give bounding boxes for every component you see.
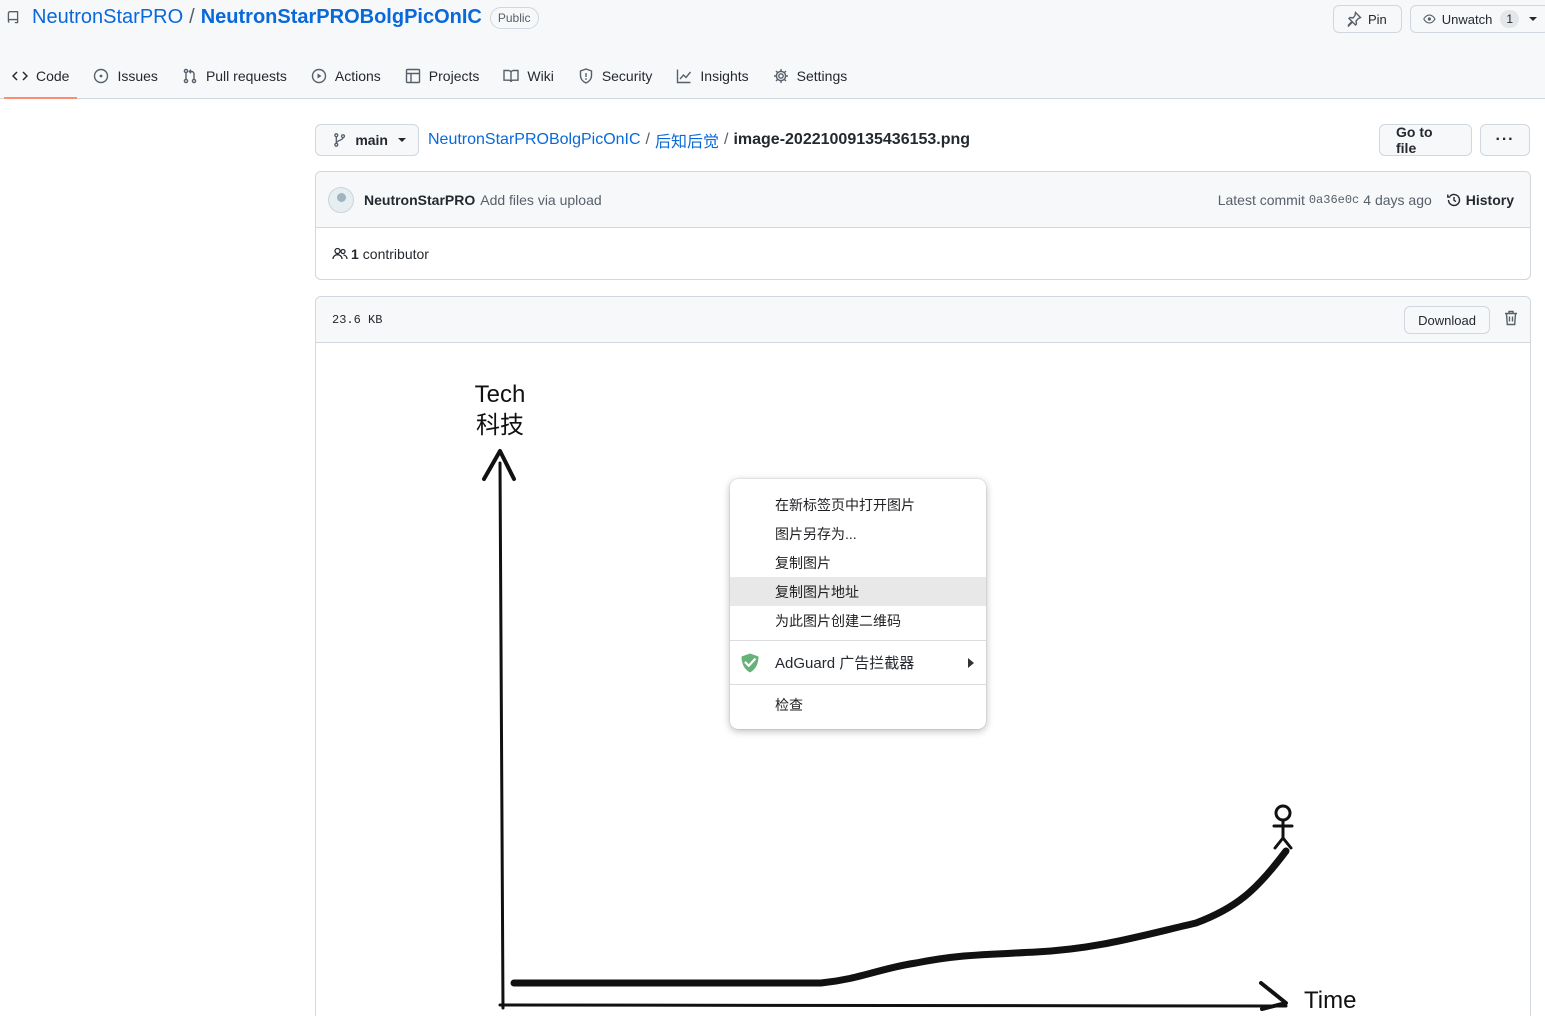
visibility-badge: Public (489, 6, 539, 29)
y-axis-line (498, 461, 505, 1010)
adguard-shield-icon (741, 653, 759, 672)
repo-owner-link[interactable]: NeutronStarPRO (32, 6, 183, 29)
issue-icon (94, 68, 109, 84)
tab-label: Pull requests (205, 68, 287, 84)
tab-label: Issues (117, 68, 158, 84)
branch-selector[interactable]: main (315, 124, 419, 156)
commit-author-link[interactable]: NeutronStarPRO (364, 192, 475, 208)
menu-adguard-label: AdGuard 广告拦截器 (775, 655, 915, 672)
submenu-arrow-icon (968, 658, 974, 668)
file-header: 23.6 KB Download (316, 297, 1530, 343)
chevron-down-icon (398, 138, 406, 142)
people-icon (332, 247, 348, 260)
repo-title-separator: / (189, 6, 195, 28)
eye-icon (1423, 14, 1436, 24)
tab-security[interactable]: Security (570, 58, 661, 94)
menu-copy-image-address[interactable]: 复制图片地址 (730, 577, 986, 606)
y-axis-label-zh: 科技 (476, 412, 524, 439)
commit-sha-link[interactable]: 0a36e0c (1309, 193, 1359, 207)
tab-code[interactable]: Code (4, 58, 78, 99)
history-link[interactable]: History (1446, 192, 1514, 208)
menu-save-image-as[interactable]: 图片另存为... (730, 519, 986, 548)
tab-label: Wiki (527, 68, 554, 84)
stick-figure (1272, 818, 1294, 850)
commit-message-link[interactable]: Add files via upload (480, 192, 601, 208)
book-icon (503, 69, 520, 83)
menu-divider (730, 640, 986, 641)
tab-issues[interactable]: Issues (85, 58, 165, 94)
breadcrumb: NeutronStarPROBolgPicOnIC / 后知后觉 / image… (428, 128, 970, 152)
file-size: 23.6 KB (332, 312, 383, 327)
pin-label: Pin (1368, 11, 1387, 27)
kebab-menu-button[interactable]: ··· (1480, 124, 1530, 156)
tab-pull-requests[interactable]: Pull requests (174, 58, 295, 94)
menu-divider (730, 684, 986, 685)
play-icon (311, 68, 327, 84)
tab-label: Settings (796, 68, 848, 84)
tab-label: Insights (700, 68, 749, 84)
trash-icon[interactable] (1504, 310, 1518, 326)
file-navigation: main NeutronStarPROBolgPicOnIC / 后知后觉 / … (315, 124, 1530, 156)
commit-time: 4 days ago (1363, 192, 1432, 208)
commit-meta: Latest commit 0a36e0c 4 days ago History (1218, 172, 1514, 228)
go-to-file-button[interactable]: Go to file (1379, 124, 1472, 156)
tab-label: Security (601, 68, 653, 84)
menu-create-qr-code[interactable]: 为此图片创建二维码 (730, 606, 986, 635)
breadcrumb-repo-link[interactable]: NeutronStarPROBolgPicOnIC (428, 131, 641, 149)
contributor-count: 1 (351, 246, 359, 262)
menu-open-image-new-tab[interactable]: 在新标签页中打开图片 (730, 490, 986, 519)
tab-actions[interactable]: Actions (303, 58, 389, 94)
repo-name-link[interactable]: NeutronStarPROBolgPicOnIC (201, 6, 482, 29)
chevron-down-icon (1529, 17, 1537, 21)
history-label: History (1465, 192, 1514, 208)
contributor-label: contributor (362, 246, 429, 262)
commit-header: NeutronStarPRO Add files via upload Late… (316, 172, 1530, 228)
branch-name: main (355, 132, 388, 148)
menu-copy-image[interactable]: 复制图片 (730, 548, 986, 577)
menu-inspect[interactable]: 检查 (730, 690, 986, 719)
repo-icon (7, 10, 19, 23)
git-branch-icon (334, 133, 346, 147)
repo-header: NeutronStarPRO / NeutronStarPROBolgPicOn… (0, 0, 1545, 99)
table-icon (405, 68, 420, 84)
contributors-row[interactable]: 1 contributor (316, 228, 1530, 280)
graph-icon (677, 69, 692, 84)
breadcrumb-separator: / (724, 131, 729, 148)
breadcrumb-file-name: image-20221009135436153.png (733, 131, 971, 148)
tab-wiki[interactable]: Wiki (495, 58, 561, 94)
y-axis-label-en: Tech (474, 381, 526, 408)
tab-label: Projects (428, 68, 480, 84)
tab-label: Actions (334, 68, 381, 84)
latest-commit-label: Latest commit (1217, 192, 1305, 208)
shield-icon (579, 68, 593, 84)
avatar[interactable] (328, 186, 354, 213)
watch-counter: 1 (1500, 10, 1519, 28)
gear-icon (773, 69, 788, 83)
y-axis-label: Tech 科技 (466, 379, 534, 441)
tab-insights[interactable]: Insights (668, 58, 756, 94)
pull-request-icon (183, 68, 197, 84)
unwatch-label: Unwatch (1441, 11, 1493, 27)
breadcrumb-separator: / (645, 131, 650, 148)
download-button[interactable]: Download (1404, 306, 1490, 334)
breadcrumb-folder-link[interactable]: 后知后觉 (655, 128, 719, 152)
history-icon (1446, 193, 1460, 207)
repo-title: NeutronStarPRO / NeutronStarPROBolgPicOn… (6, 6, 539, 29)
pin-icon (1347, 11, 1362, 27)
repo-nav-tabs: Code Issues Pull requests Actions Projec… (0, 58, 859, 99)
unwatch-button[interactable]: Unwatch 1 (1410, 5, 1545, 33)
tab-settings[interactable]: Settings (765, 58, 856, 94)
tab-projects[interactable]: Projects (397, 58, 488, 94)
pin-button[interactable]: Pin (1333, 5, 1402, 33)
x-axis-label: Time (1304, 987, 1357, 1014)
latest-commit-box: NeutronStarPRO Add files via upload Late… (315, 171, 1531, 280)
context-menu: 在新标签页中打开图片 图片另存为... 复制图片 复制图片地址 为此图片创建二维… (730, 479, 986, 729)
x-axis-line (498, 1003, 1288, 1008)
tab-label: Code (36, 68, 70, 84)
code-icon (12, 71, 28, 81)
menu-adguard[interactable]: AdGuard 广告拦截器 (730, 646, 986, 679)
growth-curve (510, 847, 1290, 987)
